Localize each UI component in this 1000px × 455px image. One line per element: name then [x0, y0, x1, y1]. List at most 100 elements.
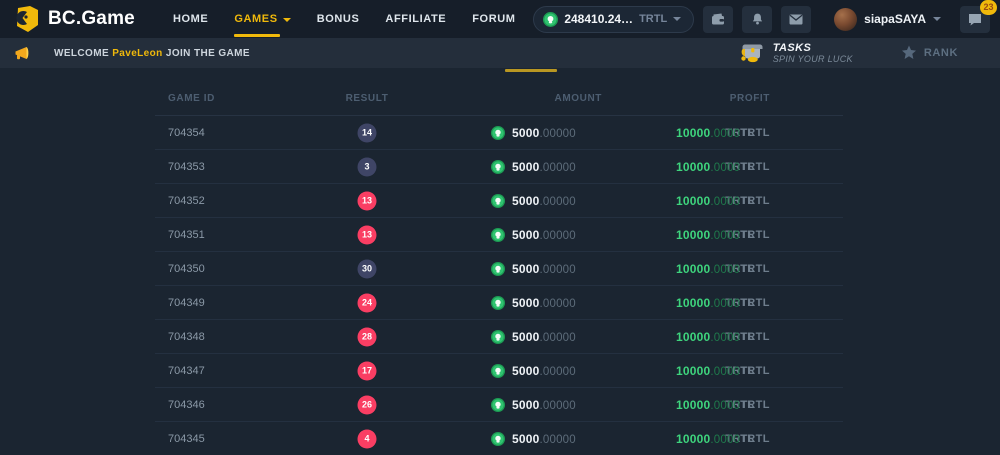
profit-integer: 10000 — [676, 228, 710, 242]
nav-item-games[interactable]: GAMES — [234, 0, 290, 38]
balance-amount: 248410.24… — [564, 12, 633, 26]
coin-icon — [491, 228, 505, 242]
notifications-button[interactable] — [742, 6, 772, 33]
nav-item-forum[interactable]: FORUM — [472, 0, 515, 38]
navbar-right: 248410.24… TRTL siapaSAYA — [533, 6, 990, 33]
profit-integer: 10000 — [676, 194, 710, 208]
treasure-chest-icon — [739, 42, 765, 63]
profit-currency: TRTL — [740, 433, 774, 445]
profit-cell: 10000.0000TRTL — [669, 364, 770, 378]
messages-button[interactable] — [781, 6, 811, 33]
brand-logo[interactable]: BC.Game — [14, 5, 135, 33]
wallet-button[interactable] — [703, 6, 733, 33]
table-row[interactable]: 70434545000.00000TRTL10000.0000TRTL — [155, 422, 843, 455]
result-badge: 30 — [358, 259, 377, 278]
result-cell: 14 — [358, 123, 377, 142]
announcement-message[interactable]: WELCOME PaveLeon JOIN THE GAME — [14, 46, 250, 61]
game-id: 704346 — [168, 399, 205, 411]
nav-item-affiliate[interactable]: AFFILIATE — [385, 0, 446, 38]
table-row[interactable]: 704354145000.00000TRTL10000.0000TRTL — [155, 116, 843, 150]
table-row[interactable]: 704352135000.00000TRTL10000.0000TRTL — [155, 184, 843, 218]
amount-decimals: .00000 — [540, 162, 576, 174]
coin-icon — [491, 364, 505, 378]
chevron-down-icon — [673, 17, 681, 21]
table-row[interactable]: 704347175000.00000TRTL10000.0000TRTL — [155, 354, 843, 388]
profit-currency: TRTL — [740, 263, 774, 275]
table-row[interactable]: 704350305000.00000TRTL10000.0000TRTL — [155, 252, 843, 286]
table-row[interactable]: 704349245000.00000TRTL10000.0000TRTL — [155, 286, 843, 320]
table-body: 704354145000.00000TRTL10000.0000TRTL7043… — [155, 116, 843, 455]
rank-widget[interactable]: RANK — [901, 45, 958, 60]
amount-value: 5000.00000 — [512, 398, 576, 412]
amount-integer: 5000 — [512, 228, 540, 242]
result-cell: 26 — [358, 395, 377, 414]
profit-currency: TRTL — [740, 297, 774, 309]
amount-value: 5000.00000 — [512, 228, 576, 242]
amount-decimals: .00000 — [540, 230, 576, 242]
profit-value: 10000.0000 — [676, 194, 740, 208]
nav-item-bonus[interactable]: BONUS — [317, 0, 360, 38]
result-badge: 3 — [358, 157, 377, 176]
amount-value: 5000.00000 — [512, 262, 576, 276]
amount-decimals: .00000 — [540, 128, 576, 140]
result-cell: 4 — [358, 429, 377, 448]
tasks-title: TASKS — [773, 42, 853, 55]
result-cell: 13 — [358, 191, 377, 210]
amount-integer: 5000 — [512, 160, 540, 174]
result-cell: 28 — [358, 327, 377, 346]
game-id: 704354 — [168, 127, 205, 139]
table-row[interactable]: 704346265000.00000TRTL10000.0000TRTL — [155, 388, 843, 422]
profit-value: 10000.0000 — [676, 126, 740, 140]
balance-currency: TRTL — [639, 13, 667, 25]
coin-icon — [491, 432, 505, 446]
result-badge: 24 — [358, 293, 377, 312]
nav-item-label: FORUM — [472, 13, 515, 25]
nav-item-home[interactable]: HOME — [173, 0, 208, 38]
amount-value: 5000.00000 — [512, 330, 576, 344]
coin-icon — [491, 126, 505, 140]
profit-cell: 10000.0000TRTL — [669, 262, 770, 276]
profit-decimals: .0000 — [710, 366, 740, 378]
amount-integer: 5000 — [512, 432, 540, 446]
user-menu[interactable]: siapaSAYA — [834, 8, 941, 31]
username: siapaSAYA — [864, 12, 926, 26]
profit-integer: 10000 — [676, 126, 710, 140]
chevron-down-icon — [933, 17, 941, 21]
profit-value: 10000.0000 — [676, 330, 740, 344]
result-badge: 28 — [358, 327, 377, 346]
amount-decimals: .00000 — [540, 196, 576, 208]
profit-decimals: .0000 — [710, 196, 740, 208]
top-navbar: BC.Game HOME GAMES BONUS AFFILIATE FORUM 248… — [0, 0, 1000, 38]
game-id: 704345 — [168, 433, 205, 445]
amount-integer: 5000 — [512, 296, 540, 310]
main-content: GAME ID RESULT AMOUNT PROFIT 70435414500… — [0, 68, 1000, 455]
tasks-subtitle: SPIN YOUR LUCK — [773, 54, 853, 64]
megaphone-icon — [14, 46, 32, 61]
result-cell: 13 — [358, 225, 377, 244]
avatar — [834, 8, 857, 31]
chat-button[interactable]: 23 — [960, 6, 990, 33]
header-amount: AMOUNT — [555, 93, 602, 104]
profit-cell: 10000.0000TRTL — [669, 160, 770, 174]
amount-value: 5000.00000 — [512, 364, 576, 378]
profit-value: 10000.0000 — [676, 398, 740, 412]
result-cell: 30 — [358, 259, 377, 278]
table-row[interactable]: 704348285000.00000TRTL10000.0000TRTL — [155, 320, 843, 354]
table-row[interactable]: 70435335000.00000TRTL10000.0000TRTL — [155, 150, 843, 184]
coin-icon — [491, 160, 505, 174]
profit-cell: 10000.0000TRTL — [669, 228, 770, 242]
profit-decimals: .0000 — [710, 434, 740, 446]
table-row[interactable]: 704351135000.00000TRTL10000.0000TRTL — [155, 218, 843, 252]
result-cell: 3 — [358, 157, 377, 176]
profit-decimals: .0000 — [710, 400, 740, 412]
profit-value: 10000.0000 — [676, 160, 740, 174]
tasks-widget[interactable]: TASKS SPIN YOUR LUCK — [739, 42, 853, 65]
result-badge: 17 — [358, 361, 377, 380]
balance-selector[interactable]: 248410.24… TRTL — [533, 6, 694, 33]
nav-item-label: GAMES — [234, 13, 277, 25]
profit-cell: 10000.0000TRTL — [669, 398, 770, 412]
tasks-text: TASKS SPIN YOUR LUCK — [773, 42, 853, 65]
amount-value: 5000.00000 — [512, 296, 576, 310]
profit-value: 10000.0000 — [676, 364, 740, 378]
amount-decimals: .00000 — [540, 264, 576, 276]
